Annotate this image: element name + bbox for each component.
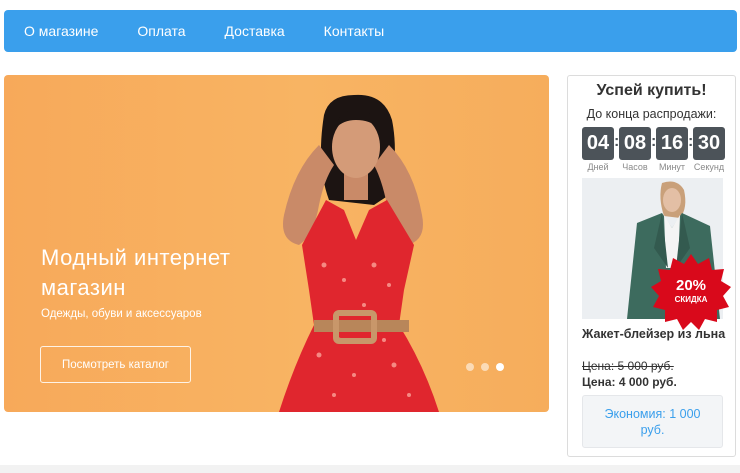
timer-seconds-value: 30 xyxy=(693,127,725,160)
timer-hours: 08 Часов xyxy=(619,127,651,172)
timer-days: 04 Дней xyxy=(582,127,614,172)
countdown-timer: 04 Дней : 08 Часов : 16 Минут : 30 Секун… xyxy=(582,127,725,172)
timer-days-value: 04 xyxy=(582,127,614,160)
timer-hours-label: Часов xyxy=(622,162,648,172)
slider-dot-3[interactable] xyxy=(496,363,504,371)
timer-minutes-value: 16 xyxy=(656,127,688,160)
timer-minutes-label: Минут xyxy=(658,162,686,172)
hero-subtitle: Одежды, обуви и аксессуаров xyxy=(41,308,202,320)
nav-link-contacts[interactable]: Контакты xyxy=(324,23,384,39)
hero-title: Модный интернет магазин xyxy=(41,245,231,300)
sale-widget: Успей купить! До конца распродажи: 04 Дн… xyxy=(567,75,736,457)
nav-link-about[interactable]: О магазине xyxy=(24,23,98,39)
slider-dot-2[interactable] xyxy=(481,363,489,371)
discount-badge: 20% СКИДКА xyxy=(651,254,731,330)
timer-minutes: 16 Минут xyxy=(656,127,688,172)
top-nav: О магазине Оплата Доставка Контакты xyxy=(4,10,737,52)
hero-slider: Модный интернет магазин Одежды, обуви и … xyxy=(4,75,549,412)
nav-link-delivery[interactable]: Доставка xyxy=(225,23,285,39)
economy-box: Экономия: 1 000 руб. xyxy=(582,395,723,448)
badge-text: СКИДКА xyxy=(675,295,708,304)
timer-seconds: 30 Секунд xyxy=(693,127,725,172)
view-catalog-button[interactable]: Посмотреть каталог xyxy=(40,346,191,383)
bottom-divider xyxy=(0,465,740,473)
timer-seconds-label: Секунд xyxy=(693,162,725,172)
timer-hours-value: 08 xyxy=(619,127,651,160)
nav-link-payment[interactable]: Оплата xyxy=(137,23,185,39)
badge-percent: 20% xyxy=(676,277,706,294)
product-name[interactable]: Жакет-блейзер из льна xyxy=(582,327,727,341)
new-price: Цена: 4 000 руб. xyxy=(582,375,677,389)
old-price: Цена: 5 000 руб. xyxy=(582,359,674,373)
sale-title: Успей купить! xyxy=(596,82,707,99)
timer-days-label: Дней xyxy=(587,162,609,172)
sale-subtitle: До конца распродажи: xyxy=(586,107,717,121)
slider-dot-1[interactable] xyxy=(466,363,474,371)
slider-dots xyxy=(466,363,504,371)
